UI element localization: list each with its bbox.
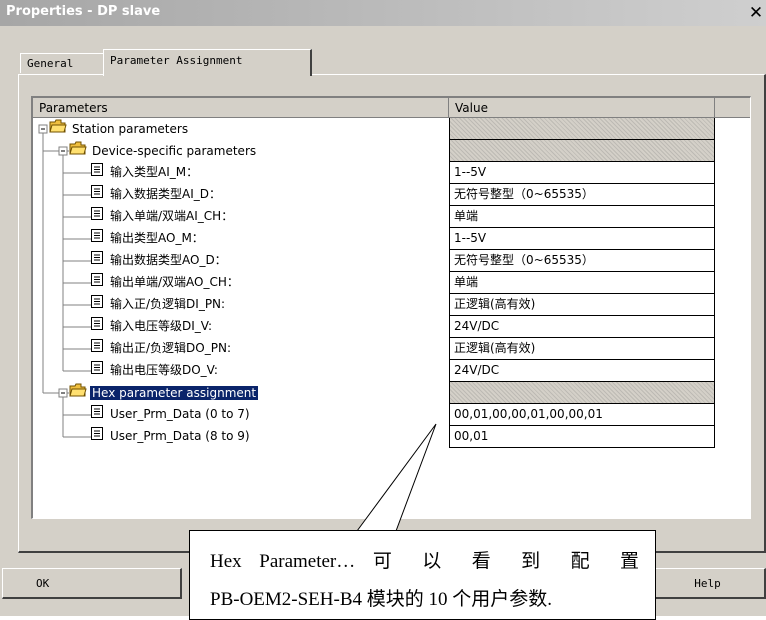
tree-label: 输出单端/双端AO_CH： [110,275,239,289]
value-cell[interactable]: 单端 [449,206,715,228]
tree-label: 输出正/负逻辑DO_PN: [110,341,231,355]
callout-line-1: Hex Parameter… 可 以 看 到 配 置 [210,543,639,581]
tree-item[interactable]: 输入数据类型AI_D： [91,185,223,204]
tree-folder[interactable]: Device-specific parameters [69,141,258,160]
value-cell[interactable]: 00,01,00,00,01,00,00,01 [449,404,715,426]
tree-item[interactable]: 输出正/负逻辑DO_PN: [91,339,233,358]
tree-item[interactable]: 输出数据类型AO_D： [91,251,229,270]
tree-label: 输出电压等级DO_V: [110,363,218,377]
tree-folder[interactable]: Station parameters [49,119,190,138]
annotation-callout: Hex Parameter… 可 以 看 到 配 置 PB-OEM2-SEH-B… [189,530,656,620]
parameter-item-icon [91,251,103,270]
value-cell[interactable]: 单端 [449,272,715,294]
value-cell[interactable]: 1--5V [449,162,715,184]
value-cell[interactable]: 正逻辑(高有效) [449,338,715,360]
callout-word: Hex [210,551,242,572]
tree-item[interactable]: 输出单端/双端AO_CH： [91,273,241,292]
callout-word: Parameter… [259,551,356,572]
parameter-item-icon [91,427,103,446]
folder-open-icon [69,141,87,161]
callout-word: 以 [422,551,455,572]
parameter-grid: Parameters Value Station parameters Devic… [31,96,751,519]
close-icon[interactable]: ✕ [746,2,766,24]
value-cell[interactable]: 正逻辑(高有效) [449,294,715,316]
parameter-item-icon [91,317,103,336]
parameter-item-icon [91,295,103,314]
callout-word: 到 [521,551,554,572]
value-cell[interactable] [449,118,715,140]
tree-label: Station parameters [72,121,189,136]
value-cell[interactable]: 24V/DC [449,360,715,382]
tree-label: 输出数据类型AO_D： [110,253,227,267]
parameter-item-icon [91,185,103,204]
collapse-icon[interactable] [58,146,68,156]
tree-label: 输入电压等级DI_V: [110,319,213,333]
tree-item[interactable]: 输入类型AI_M： [91,163,200,182]
collapse-icon[interactable] [38,124,48,134]
folder-open-icon [49,119,67,139]
callout-word: 配 [570,551,603,572]
tree-item[interactable]: User_Prm_Data (0 to 7) [91,405,252,424]
value-cell[interactable]: 24V/DC [449,316,715,338]
tree-label: Device-specific parameters [92,143,257,158]
tree-folder[interactable]: Hex parameter assignment [69,383,259,403]
collapse-icon[interactable] [58,388,68,398]
tree-item[interactable]: 输入正/负逻辑DI_PN: [91,295,227,314]
tree-item[interactable]: 输入单端/双端AI_CH： [91,207,235,226]
tree-label: 输入类型AI_M： [110,165,199,179]
value-cell[interactable]: 无符号整型（0~65535） [449,184,715,206]
title-bar: Properties - DP slave ✕ [0,0,766,26]
tab-general[interactable]: General [20,53,110,73]
value-cell[interactable]: 无符号整型（0~65535） [449,250,715,272]
help-button[interactable]: Help [650,568,766,599]
callout-word: 置 [620,551,640,572]
value-cell[interactable] [449,140,715,162]
column-header-value[interactable]: Value [449,98,715,118]
window-title: Properties - DP slave [6,4,161,19]
tree-label: 输出类型AO_M： [110,231,204,245]
tab-parameter-assignment[interactable]: Parameter Assignment [103,49,312,76]
folder-open-icon [69,383,87,403]
callout-line-2: PB-OEM2-SEH-B4 模块的 10 个用户参数. [210,589,553,610]
value-cell[interactable]: 00,01 [449,426,715,448]
value-cell[interactable]: 1--5V [449,228,715,250]
tree-label: Hex parameter assignment [90,385,259,400]
parameter-item-icon [91,207,103,226]
callout-word: 可 [372,551,405,572]
tree-item[interactable]: 输入电压等级DI_V: [91,317,214,336]
value-cell[interactable] [449,382,715,404]
tree-label: 输入正/负逻辑DI_PN: [110,297,226,311]
parameter-item-icon [91,405,103,424]
properties-dialog: Properties - DP slave ✕ General Paramete… [0,0,766,616]
tree-item[interactable]: User_Prm_Data (8 to 9) [91,427,252,446]
tree-label: User_Prm_Data (0 to 7) [110,407,250,421]
ok-button[interactable]: OK [2,568,182,599]
column-header-filler [715,98,750,118]
parameter-item-icon [91,361,103,380]
tree-label: 输入单端/双端AI_CH： [110,209,234,223]
parameter-item-icon [91,163,103,182]
parameter-item-icon [91,229,103,248]
parameter-item-icon [91,273,103,292]
callout-word: 看 [471,551,504,572]
tree-item[interactable]: 输出电压等级DO_V: [91,361,220,380]
tree-label: User_Prm_Data (8 to 9) [110,429,250,443]
tree-item[interactable]: 输出类型AO_M： [91,229,206,248]
tree-label: 输入数据类型AI_D： [110,187,221,201]
parameter-item-icon [91,339,103,358]
